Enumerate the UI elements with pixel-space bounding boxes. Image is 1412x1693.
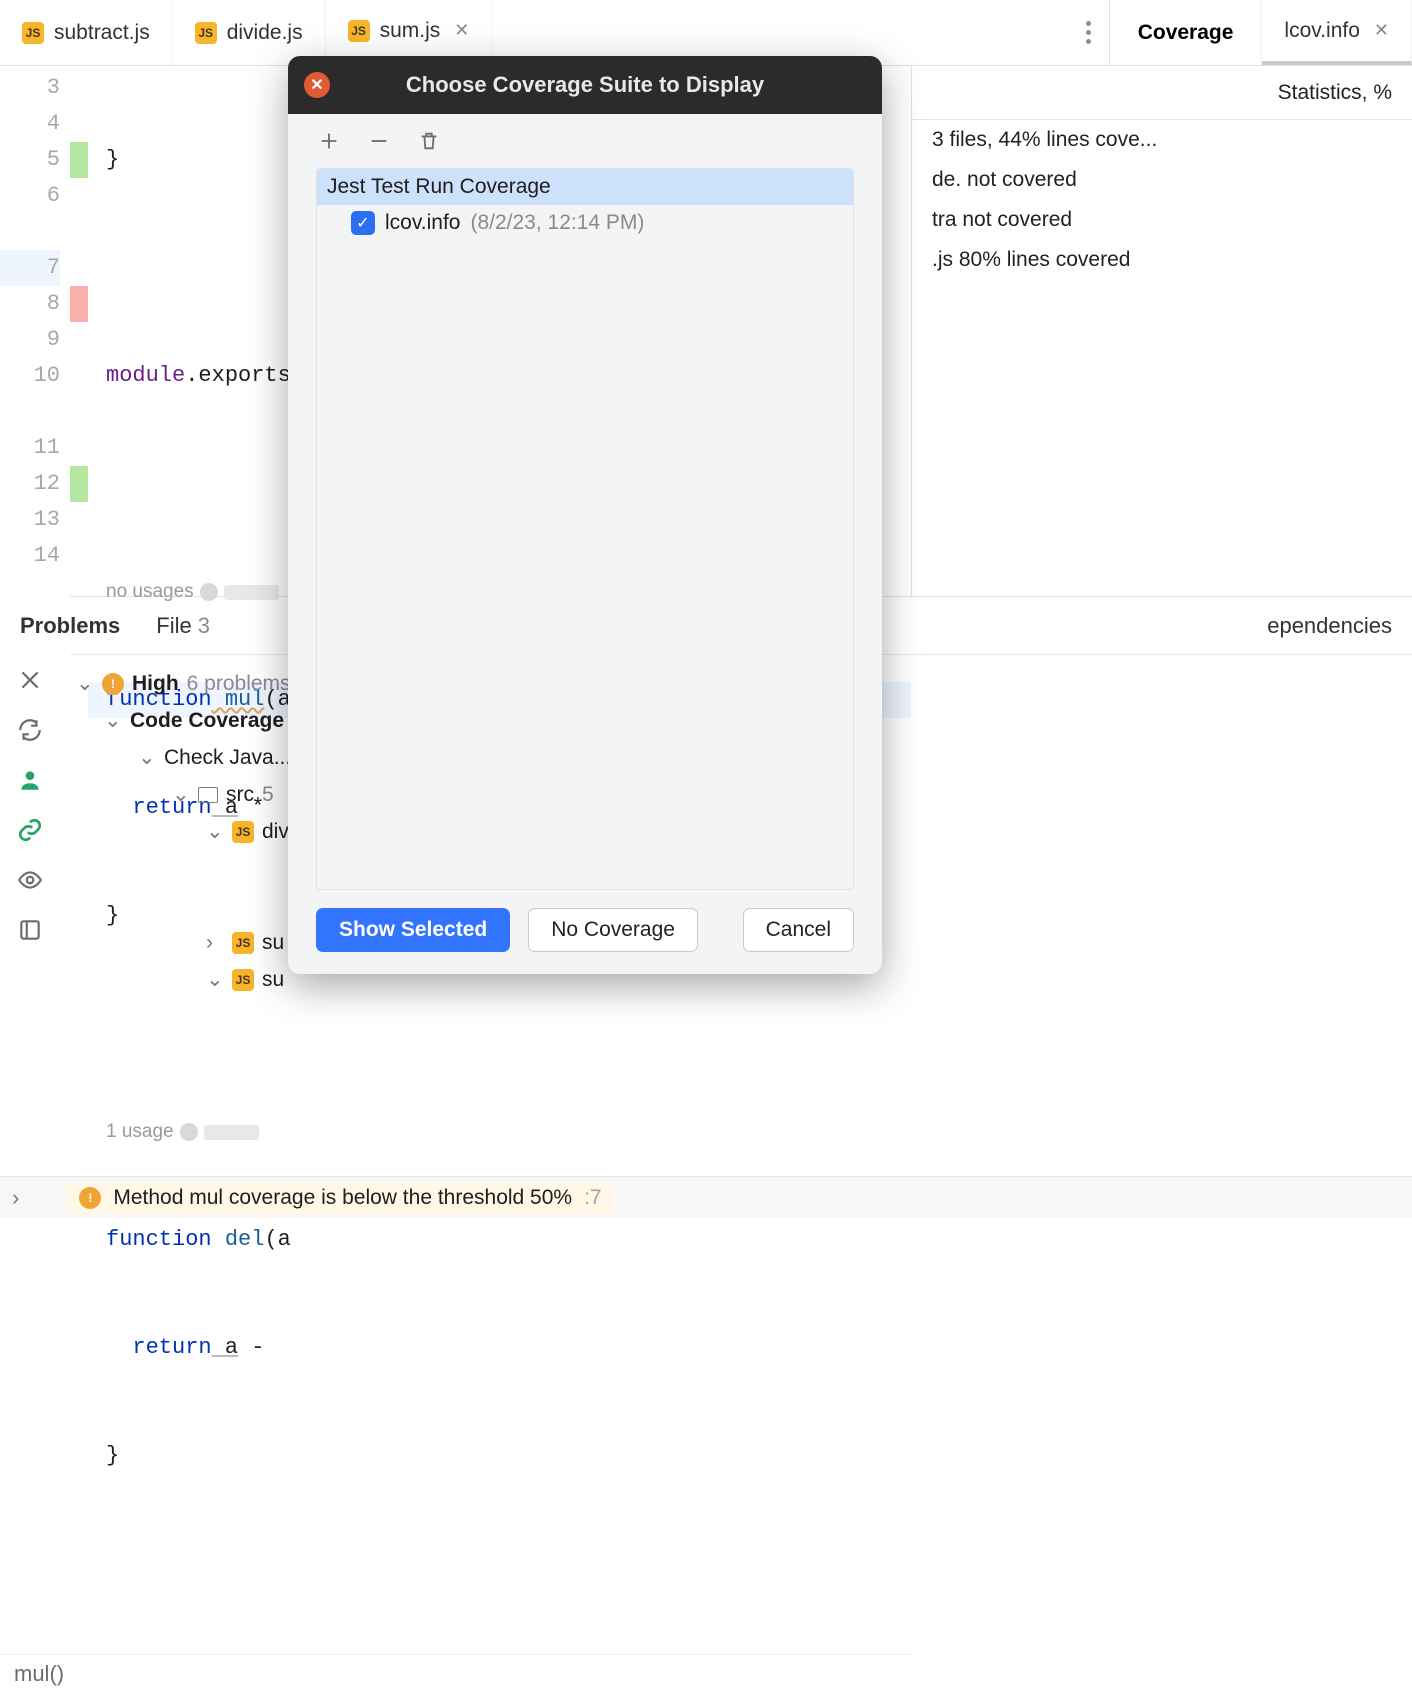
problems-tab[interactable]: Problems — [20, 613, 120, 639]
dependencies-tab[interactable]: ependencies — [1267, 613, 1392, 639]
coverage-covered-marker — [70, 466, 88, 502]
dialog-title-bar: ✕ Choose Coverage Suite to Display — [288, 56, 882, 114]
usage-hint: 1 usage — [106, 1114, 259, 1150]
tab-label: Coverage — [1138, 21, 1234, 45]
js-file-icon: JS — [232, 969, 254, 991]
chevron-down-icon: ⌄ — [206, 819, 224, 844]
coverage-row[interactable]: .js 80% lines covered — [912, 240, 1412, 280]
person-icon[interactable] — [17, 767, 43, 793]
js-file-icon: JS — [195, 22, 217, 44]
breadcrumb[interactable]: mul() — [0, 1654, 911, 1693]
line-number: 5 — [0, 142, 60, 178]
chevron-down-icon: ⌄ — [104, 708, 122, 733]
eye-icon[interactable] — [17, 867, 43, 893]
checkbox-checked-icon[interactable]: ✓ — [351, 211, 375, 235]
kebab-menu-icon[interactable] — [1069, 0, 1109, 65]
close-icon[interactable] — [17, 667, 43, 693]
js-file-icon: JS — [232, 821, 254, 843]
line-number: 7 — [0, 250, 60, 286]
coverage-tab-group: Coverage lcov.info ✕ — [1110, 0, 1412, 65]
coverage-covered-marker — [70, 142, 88, 178]
js-file-icon: JS — [22, 22, 44, 44]
coverage-suite-dialog: ✕ Choose Coverage Suite to Display Jest … — [288, 56, 882, 974]
tab-label: sum.js — [380, 19, 441, 43]
tab-label: lcov.info — [1284, 19, 1359, 43]
status-bar: › ! Method mul coverage is below the thr… — [0, 1176, 1412, 1218]
warning-icon: ! — [102, 673, 124, 695]
coverage-uncovered-marker — [70, 286, 88, 322]
chevron-down-icon: ⌄ — [172, 782, 190, 807]
line-number — [0, 394, 60, 430]
js-file-icon: JS — [232, 932, 254, 954]
coverage-panel: Statistics, % 3 files, 44% lines cove...… — [912, 66, 1412, 596]
add-icon[interactable] — [318, 130, 340, 152]
suite-group[interactable]: Jest Test Run Coverage — [317, 169, 853, 205]
link-icon[interactable] — [17, 817, 43, 843]
line-number: 10 — [0, 358, 60, 394]
line-number: 9 — [0, 322, 60, 358]
person-icon — [180, 1123, 198, 1141]
close-icon[interactable]: ✕ — [1374, 20, 1389, 41]
tab-label: subtract.js — [54, 21, 150, 45]
line-number: 6 — [0, 178, 60, 214]
coverage-tab[interactable]: Coverage — [1110, 0, 1263, 65]
dialog-title: Choose Coverage Suite to Display — [406, 72, 764, 98]
suite-item-timestamp: (8/2/23, 12:14 PM) — [470, 211, 644, 235]
line-number: 12 — [0, 466, 60, 502]
line-number: 13 — [0, 502, 60, 538]
chevron-down-icon: ⌄ — [206, 967, 224, 992]
dialog-close-button[interactable]: ✕ — [304, 72, 330, 98]
layout-icon[interactable] — [17, 917, 43, 943]
person-icon — [200, 583, 218, 601]
coverage-row[interactable]: de. not covered — [912, 160, 1412, 200]
status-message[interactable]: ! Method mul coverage is below the thres… — [67, 1182, 613, 1214]
usage-hint: no usages — [106, 574, 279, 610]
js-file-icon: JS — [348, 20, 370, 42]
remove-icon[interactable] — [368, 130, 390, 152]
cancel-button[interactable]: Cancel — [743, 908, 854, 952]
coverage-row[interactable]: tra not covered — [912, 200, 1412, 240]
coverage-header-row: Statistics, % — [912, 66, 1412, 120]
no-coverage-button[interactable]: No Coverage — [528, 908, 698, 952]
chevron-down-icon: ⌄ — [138, 745, 156, 770]
suite-list: Jest Test Run Coverage ✓ lcov.info (8/2/… — [316, 168, 854, 890]
coverage-stats-header: Statistics, % — [1258, 81, 1412, 105]
suite-item-name: lcov.info — [385, 211, 460, 235]
line-number: 3 — [0, 70, 60, 106]
line-number — [0, 214, 60, 250]
chevron-down-icon: ⌄ — [76, 671, 94, 696]
line-number: 4 — [0, 106, 60, 142]
tab-label: divide.js — [227, 21, 303, 45]
file-tab[interactable]: File3 — [156, 613, 210, 639]
suite-item[interactable]: ✓ lcov.info (8/2/23, 12:14 PM) — [317, 205, 853, 241]
close-icon[interactable]: ✕ — [454, 20, 469, 41]
lcov-tab[interactable]: lcov.info ✕ — [1262, 0, 1412, 65]
line-number: 8 — [0, 286, 60, 322]
chevron-right-icon[interactable]: › — [12, 1185, 19, 1211]
trash-icon[interactable] — [418, 130, 440, 152]
editor-tab-subtract[interactable]: JS subtract.js — [0, 0, 173, 65]
refresh-icon[interactable] — [17, 717, 43, 743]
coverage-row[interactable]: 3 files, 44% lines cove... — [912, 120, 1412, 160]
dialog-buttons: Show Selected No Coverage Cancel — [288, 890, 882, 974]
line-number: 11 — [0, 430, 60, 466]
warning-icon: ! — [79, 1187, 101, 1209]
show-selected-button[interactable]: Show Selected — [316, 908, 510, 952]
folder-icon — [198, 787, 218, 803]
line-number: 14 — [0, 538, 60, 574]
chevron-right-icon: › — [206, 931, 224, 955]
dialog-toolbar — [288, 114, 882, 168]
problems-sidebar — [0, 655, 60, 998]
